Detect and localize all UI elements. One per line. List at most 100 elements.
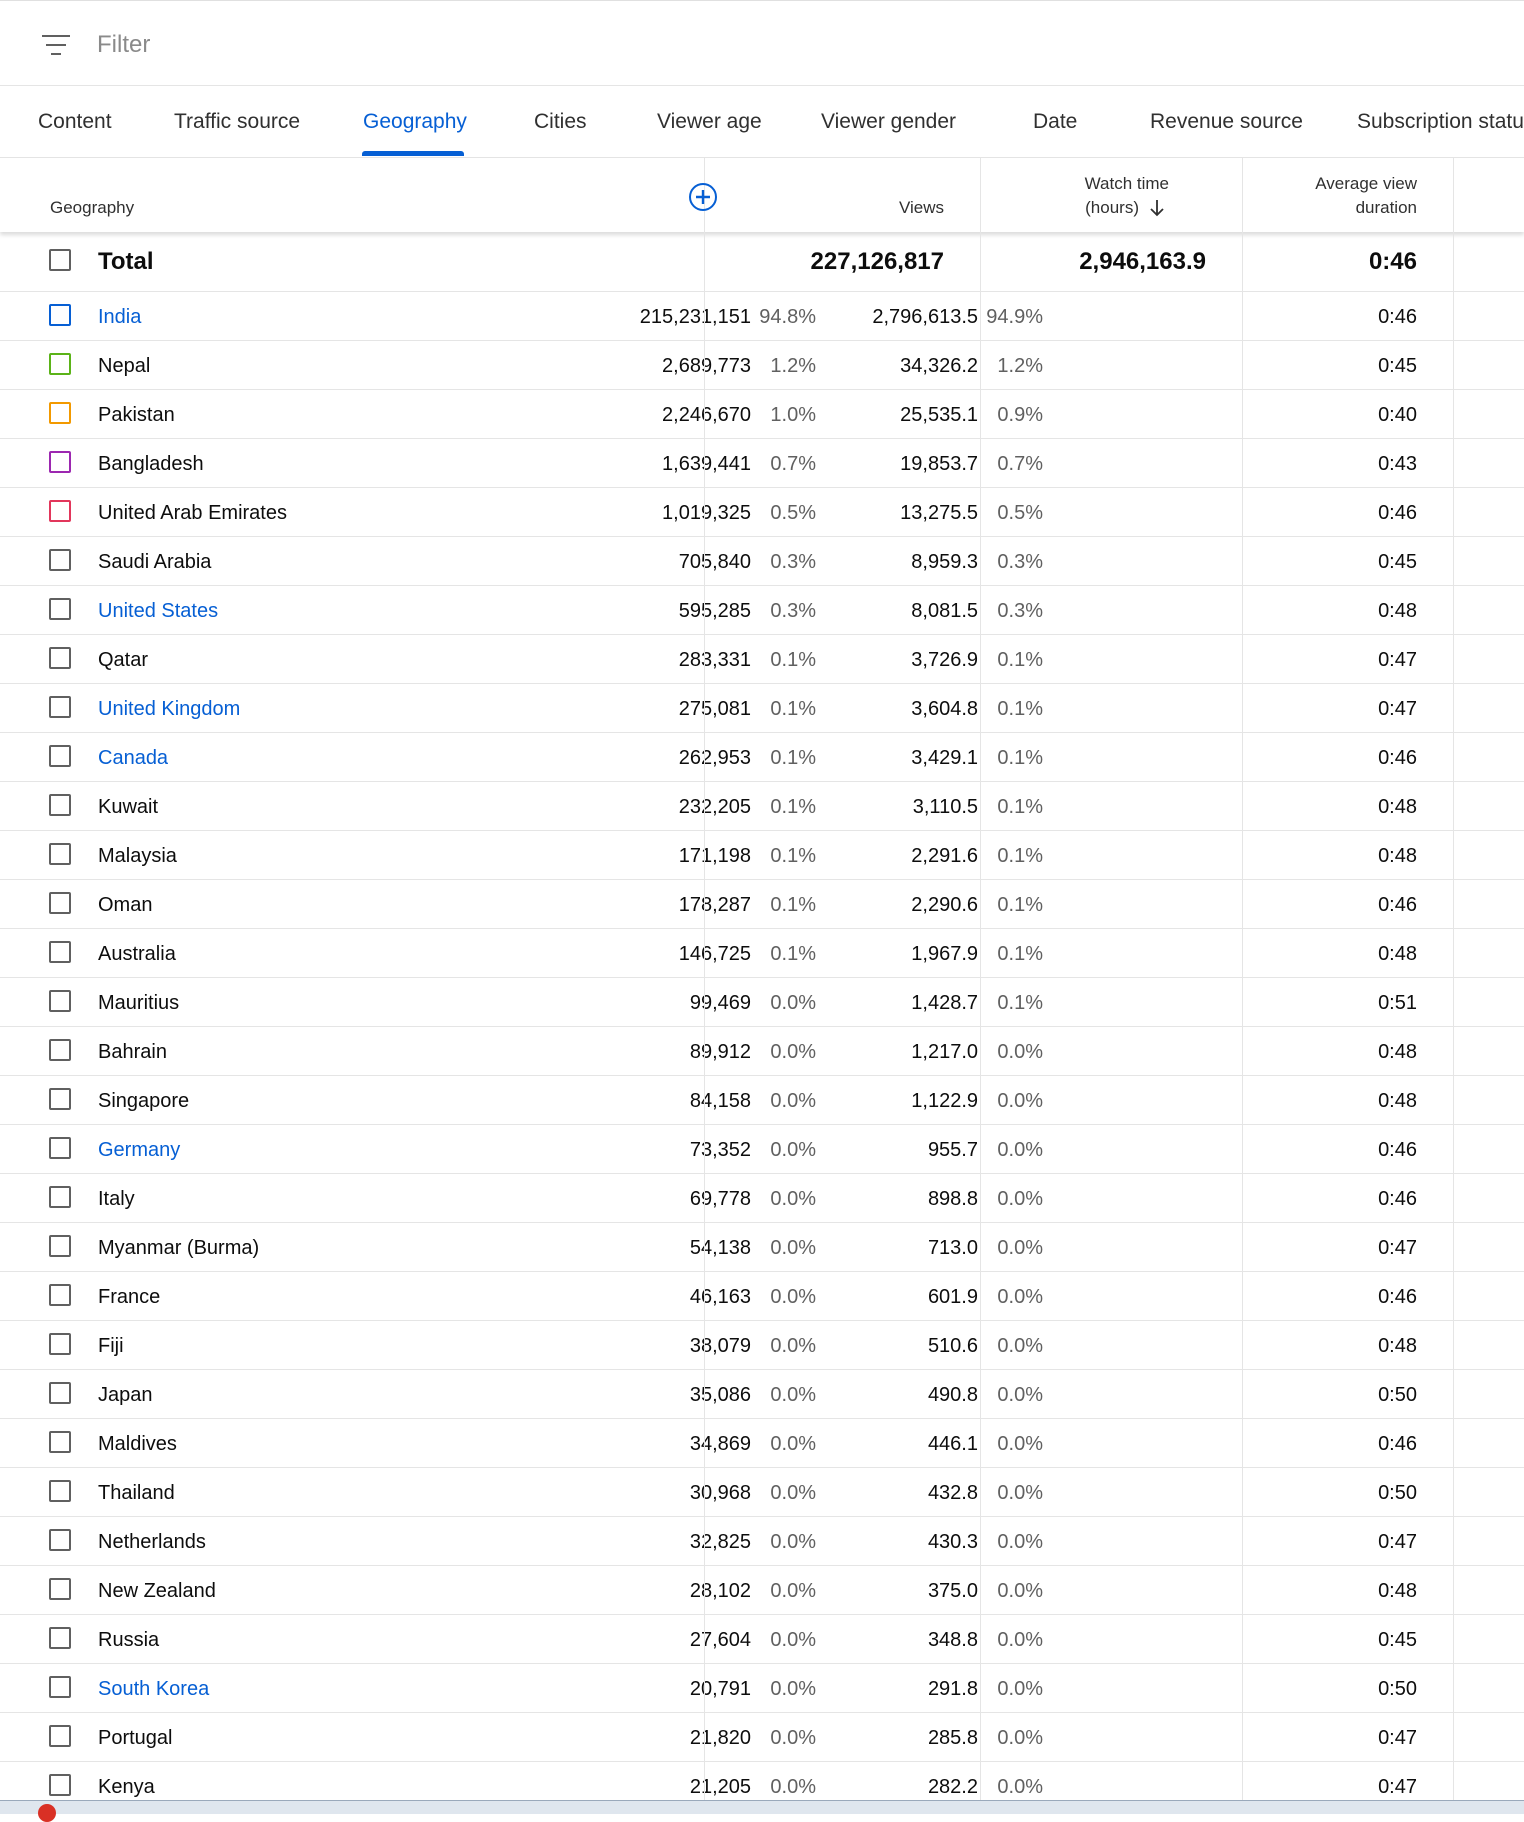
watch-time-value: 898.8	[927, 1188, 978, 1210]
table-row[interactable]: Netherlands 32,825 0.0% 430.3 0.0% 0:47	[0, 1517, 1524, 1566]
column-header-views[interactable]: Views	[899, 196, 944, 220]
row-checkbox[interactable]	[49, 1284, 71, 1306]
row-checkbox[interactable]	[49, 745, 71, 767]
tab-subscription-status[interactable]: Subscription status	[1357, 110, 1524, 134]
row-checkbox[interactable]	[49, 451, 71, 473]
row-checkbox[interactable]	[49, 1578, 71, 1600]
views-value: 89,912	[689, 1041, 751, 1063]
views-percent: 0.0%	[770, 1580, 816, 1602]
row-checkbox[interactable]	[49, 1725, 71, 1747]
table-row[interactable]: Maldives 34,869 0.0% 446.1 0.0% 0:46	[0, 1419, 1524, 1468]
table-row[interactable]: Italy 69,778 0.0% 898.8 0.0% 0:46	[0, 1174, 1524, 1223]
table-row[interactable]: France 46,163 0.0% 601.9 0.0% 0:46	[0, 1272, 1524, 1321]
table-row[interactable]: Myanmar (Burma) 54,138 0.0% 713.0 0.0% 0:47	[0, 1223, 1524, 1272]
table-row[interactable]: Thailand 30,968 0.0% 432.8 0.0% 0:50	[0, 1468, 1524, 1517]
average-view-duration-value: 0:46	[1378, 747, 1417, 769]
table-row[interactable]: Canada 262,953 0.1% 3,429.1 0.1% 0:46	[0, 733, 1524, 782]
tab-viewer-gender[interactable]: Viewer gender	[821, 110, 956, 134]
country-name[interactable]: United Kingdom	[98, 698, 240, 721]
filter-input[interactable]: Filter	[97, 31, 150, 59]
row-checkbox[interactable]	[49, 1333, 71, 1355]
table-row[interactable]: United States 595,285 0.3% 8,081.5 0.3% 0:48	[0, 586, 1524, 635]
views-value: 99,469	[689, 992, 751, 1014]
row-checkbox[interactable]	[49, 1529, 71, 1551]
row-checkbox[interactable]	[49, 353, 71, 375]
add-column-icon[interactable]	[688, 182, 718, 212]
row-checkbox[interactable]	[49, 402, 71, 424]
table-row[interactable]: South Korea 20,791 0.0% 291.8 0.0% 0:50	[0, 1664, 1524, 1713]
watch-time-percent: 0.0%	[997, 1090, 1043, 1112]
row-checkbox[interactable]	[49, 1039, 71, 1061]
row-checkbox[interactable]	[49, 941, 71, 963]
tab-date[interactable]: Date	[1033, 110, 1077, 134]
table-row[interactable]: Russia 27,604 0.0% 348.8 0.0% 0:45	[0, 1615, 1524, 1664]
row-checkbox[interactable]	[49, 1088, 71, 1110]
table-row[interactable]: United Kingdom 275,081 0.1% 3,604.8 0.1% 0:47	[0, 684, 1524, 733]
row-checkbox[interactable]	[49, 1431, 71, 1453]
filter-bar[interactable]: Filter	[0, 0, 1524, 86]
tab-viewer-age[interactable]: Viewer age	[657, 110, 762, 134]
table-row[interactable]: Fiji 38,079 0.0% 510.6 0.0% 0:48	[0, 1321, 1524, 1370]
table-row[interactable]: Kuwait 232,205 0.1% 3,110.5 0.1% 0:48	[0, 782, 1524, 831]
table-row[interactable]: New Zealand 28,102 0.0% 375.0 0.0% 0:48	[0, 1566, 1524, 1615]
row-checkbox[interactable]	[49, 1774, 71, 1796]
table-row[interactable]: Australia 146,725 0.1% 1,967.9 0.1% 0:48	[0, 929, 1524, 978]
table-row[interactable]: Bangladesh 1,639,441 0.7% 19,853.7 0.7% 0:43	[0, 439, 1524, 488]
tab-traffic-source[interactable]: Traffic source	[174, 110, 300, 134]
watch-time-percent: 0.0%	[997, 1776, 1043, 1798]
country-name[interactable]: United States	[98, 600, 218, 623]
tab-revenue-source[interactable]: Revenue source	[1150, 110, 1303, 134]
table-row[interactable]: Nepal 2,689,773 1.2% 34,326.2 1.2% 0:45	[0, 341, 1524, 390]
table-row[interactable]: Saudi Arabia 705,840 0.3% 8,959.3 0.3% 0:45	[0, 537, 1524, 586]
row-checkbox[interactable]	[49, 794, 71, 816]
country-name: Bahrain	[98, 1041, 167, 1063]
views-value: 2,689,773	[662, 355, 751, 377]
column-header-geography[interactable]: Geography	[50, 196, 134, 220]
table-row[interactable]: Malaysia 171,198 0.1% 2,291.6 0.1% 0:48	[0, 831, 1524, 880]
table-row[interactable]: Oman 178,287 0.1% 2,290.6 0.1% 0:46	[0, 880, 1524, 929]
row-checkbox[interactable]	[49, 1137, 71, 1159]
table-row[interactable]: Qatar 283,331 0.1% 3,726.9 0.1% 0:47	[0, 635, 1524, 684]
row-checkbox[interactable]	[49, 696, 71, 718]
row-checkbox[interactable]	[49, 843, 71, 865]
tab-geography[interactable]: Geography	[363, 110, 467, 134]
views-percent: 0.0%	[770, 1482, 816, 1504]
country-name[interactable]: Germany	[98, 1139, 180, 1162]
row-checkbox[interactable]	[49, 892, 71, 914]
country-name: Pakistan	[98, 404, 175, 426]
views-value: 595,285	[678, 600, 751, 622]
watch-time-value: 1,967.9	[911, 943, 978, 965]
table-row[interactable]: Germany 73,352 0.0% 955.7 0.0% 0:46	[0, 1125, 1524, 1174]
row-checkbox[interactable]	[49, 500, 71, 522]
row-checkbox[interactable]	[49, 1676, 71, 1698]
table-row[interactable]: Singapore 84,158 0.0% 1,122.9 0.0% 0:48	[0, 1076, 1524, 1125]
table-row[interactable]: India 215,231,151 94.8% 2,796,613.5 94.9% 0:4…	[0, 292, 1524, 341]
watch-time-percent: 0.0%	[997, 1433, 1043, 1455]
tab-content[interactable]: Content	[38, 110, 112, 134]
row-checkbox[interactable]	[49, 304, 71, 326]
row-checkbox[interactable]	[49, 1186, 71, 1208]
country-name[interactable]: India	[98, 306, 141, 329]
table-row[interactable]: Bahrain 89,912 0.0% 1,217.0 0.0% 0:48	[0, 1027, 1524, 1076]
tab-cities[interactable]: Cities	[534, 110, 587, 134]
table-row[interactable]: Japan 35,086 0.0% 490.8 0.0% 0:50	[0, 1370, 1524, 1419]
row-checkbox[interactable]	[49, 990, 71, 1012]
table-row[interactable]: Pakistan 2,246,670 1.0% 25,535.1 0.9% 0:40	[0, 390, 1524, 439]
country-name[interactable]: Canada	[98, 747, 168, 770]
row-checkbox[interactable]	[49, 549, 71, 571]
row-checkbox[interactable]	[49, 1382, 71, 1404]
table-row[interactable]: United Arab Emirates 1,019,325 0.5% 13,275.…	[0, 488, 1524, 537]
row-checkbox[interactable]	[49, 647, 71, 669]
table-row[interactable]: Mauritius 99,469 0.0% 1,428.7 0.1% 0:51	[0, 978, 1524, 1027]
row-checkbox[interactable]	[49, 598, 71, 620]
row-checkbox[interactable]	[49, 1627, 71, 1649]
row-checkbox[interactable]	[49, 1235, 71, 1257]
country-name[interactable]: South Korea	[98, 1678, 209, 1701]
table-row[interactable]: Portugal 21,820 0.0% 285.8 0.0% 0:47	[0, 1713, 1524, 1762]
row-checkbox[interactable]	[49, 1480, 71, 1502]
column-header-watch-time[interactable]: Watch time (hours)	[1085, 172, 1169, 220]
total-checkbox[interactable]	[49, 249, 71, 271]
views-percent: 0.0%	[770, 1237, 816, 1259]
column-header-average-view-duration[interactable]: Average view duration	[1315, 172, 1417, 220]
filter-icon[interactable]	[41, 33, 71, 57]
